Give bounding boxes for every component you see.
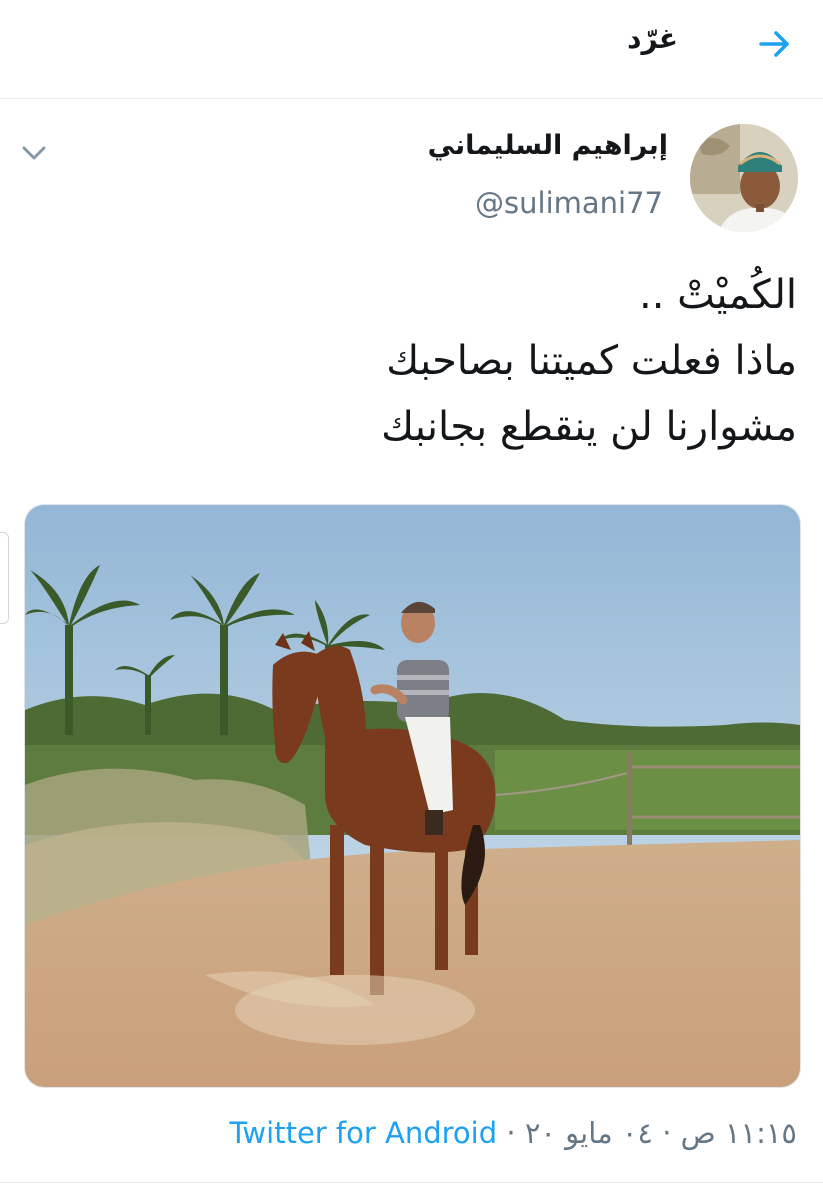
- source-link[interactable]: Twitter for Android: [230, 1116, 498, 1150]
- top-bar: غرّد: [0, 0, 823, 99]
- tweet-line: ماذا فعلت كميتنا بصاحبك: [386, 338, 797, 384]
- author-name[interactable]: إبراهيم السليماني: [428, 130, 668, 161]
- tweet-line: مشوارنا لن ينقطع بجانبك: [381, 404, 797, 450]
- tweet-meta: ١١:١٥ ص · ٠٤ مايو ٢٠ · Twitter for Andro…: [230, 1116, 797, 1150]
- page-title: غرّد: [627, 22, 678, 55]
- avatar-photo: [690, 124, 798, 232]
- tweet-line: الكُميْتْ ..: [638, 272, 797, 318]
- tweet-photo[interactable]: [24, 504, 801, 1088]
- tweet-body: الكُميْتْ .. ماذا فعلت كميتنا بصاحبك مشو…: [97, 262, 797, 460]
- chevron-down-icon[interactable]: [20, 143, 48, 163]
- avatar[interactable]: [690, 124, 798, 232]
- arrow-right-icon[interactable]: [755, 24, 795, 64]
- timestamp: ١١:١٥ ص · ٠٤ مايو ٢٠: [524, 1116, 797, 1150]
- meta-separator: ·: [497, 1116, 525, 1150]
- photo-man-riding-horse: [25, 505, 800, 1087]
- divider: [0, 1182, 823, 1183]
- author-handle[interactable]: @sulimani77: [475, 186, 663, 220]
- previous-media-edge: [0, 532, 9, 624]
